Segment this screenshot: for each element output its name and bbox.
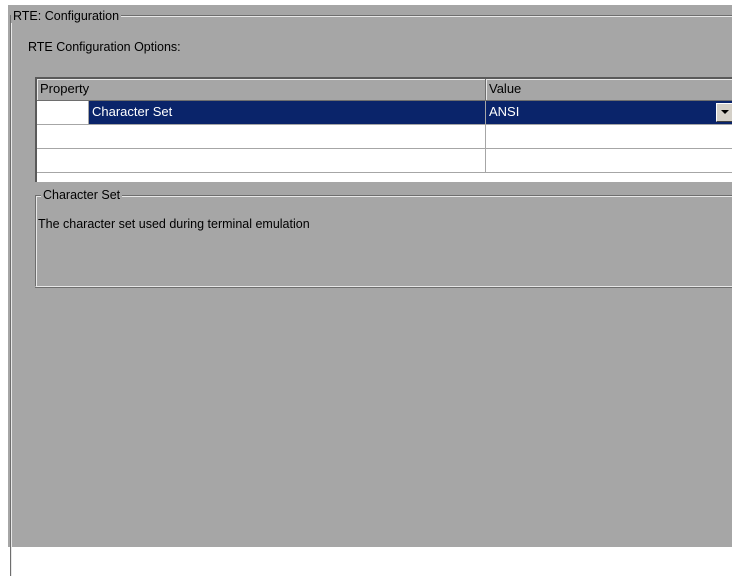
- property-cell[interactable]: [37, 149, 486, 173]
- row-indent: [37, 101, 89, 124]
- grid-row-empty[interactable]: [37, 125, 732, 149]
- value-dropdown-button[interactable]: [716, 103, 732, 122]
- property-name: Character Set: [89, 101, 485, 124]
- description-text: The character set used during terminal e…: [38, 217, 310, 231]
- property-grid: Property Value Character Set ANSI: [35, 77, 732, 182]
- value-text: ANSI: [489, 104, 520, 119]
- grid-row-character-set[interactable]: Character Set ANSI: [37, 101, 732, 125]
- group-title: RTE: Configuration: [11, 9, 122, 23]
- value-cell[interactable]: ANSI: [486, 101, 732, 125]
- description-group: Character Set The character set used dur…: [35, 187, 732, 287]
- column-header-property[interactable]: Property: [37, 79, 486, 101]
- chevron-down-icon: [721, 110, 729, 114]
- value-cell[interactable]: [486, 149, 732, 173]
- description-title: Character Set: [41, 187, 123, 203]
- grid-row-empty[interactable]: [37, 149, 732, 173]
- column-header-value[interactable]: Value: [486, 79, 732, 101]
- property-cell[interactable]: Character Set: [37, 101, 486, 125]
- property-cell[interactable]: [37, 125, 486, 149]
- grid-header: Property Value: [37, 79, 732, 101]
- options-label: RTE Configuration Options:: [28, 40, 181, 54]
- value-cell[interactable]: [486, 125, 732, 149]
